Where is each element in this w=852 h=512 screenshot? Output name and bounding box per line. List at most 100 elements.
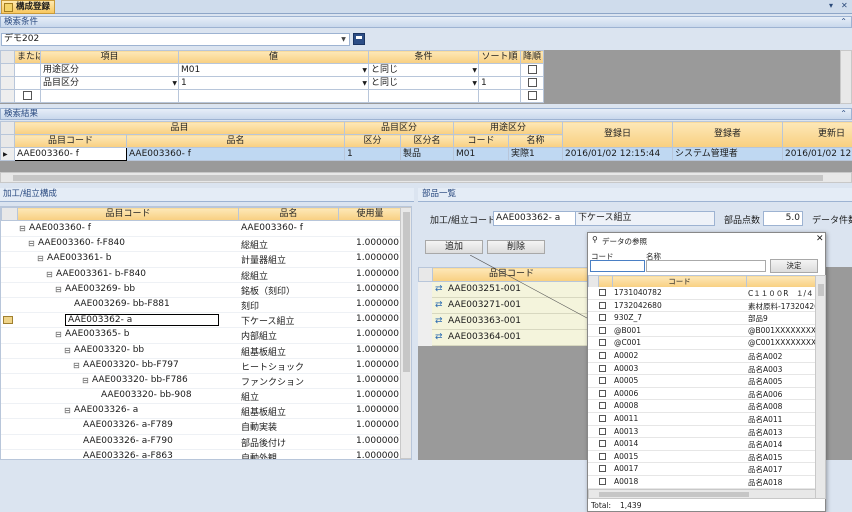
search-icon: ⚲ (592, 235, 598, 244)
item-link-icon: ⇄ (435, 284, 443, 294)
search-conditions-header[interactable]: 検索条件 ⌃ (0, 16, 852, 28)
tree-row[interactable]: ⊟ AAE003269- bb 銘板（刻印） 1.000000 (1, 283, 401, 298)
lookup-row[interactable]: A0011 品名A011 (588, 412, 820, 426)
lookup-row[interactable]: 1731040782 C１１００R １/４ (588, 287, 820, 300)
parts-row[interactable]: ⇄ AAE003364-001 (418, 330, 590, 346)
form-icon (4, 3, 13, 12)
delete-button[interactable]: 削除 (487, 240, 545, 254)
descending-checkbox[interactable] (527, 77, 537, 87)
tree-row[interactable]: ⊟ AAE003361- b-F840 総組立 1.000000 (1, 268, 401, 283)
lookup-row[interactable]: 1732042680素材原料-17320426... (588, 299, 820, 313)
tree-row[interactable]: ⊟ AAE003360- f-F840 総組立 1.000000 (1, 237, 401, 253)
select-checkbox[interactable] (599, 389, 606, 397)
select-checkbox[interactable] (599, 326, 606, 334)
lookup-row[interactable]: A0008 品名A008 (588, 400, 820, 413)
tree-row[interactable]: ⊟ AAE003361- b 計量器組立 1.000000 (1, 252, 401, 268)
tree-expander-icon[interactable]: ⊟ (19, 224, 26, 233)
select-checkbox[interactable] (599, 402, 606, 410)
collapse-icon[interactable]: ⌃ (840, 17, 847, 27)
lookup-row[interactable]: 930Z_7 部品9 (588, 312, 820, 325)
descending-checkbox[interactable] (527, 64, 537, 74)
lookup-row[interactable]: A0002 品名A002 (588, 349, 820, 363)
lookup-row[interactable]: A0015 品名A015 (588, 450, 820, 464)
vertical-scrollbar[interactable] (400, 207, 411, 459)
parts-count-field: 5.0 (763, 211, 803, 226)
lookup-row[interactable]: A0003 品名A003 (588, 362, 820, 376)
tree-row[interactable]: ⊟ AAE003320- bb-F786 ファンクション 1.000000 (1, 374, 401, 390)
save-icon[interactable] (353, 33, 365, 45)
assembly-code-field[interactable]: AAE003362- a (493, 211, 577, 226)
lookup-row[interactable]: A0013 品名A013 (588, 425, 820, 439)
horizontal-scrollbar[interactable] (588, 489, 816, 499)
tab-dropdown-icon[interactable]: ▾ (829, 1, 833, 10)
vertical-scrollbar[interactable] (840, 50, 852, 104)
select-checkbox[interactable] (599, 440, 606, 448)
tree-expander-icon[interactable]: ⊟ (37, 254, 44, 263)
horizontal-scrollbar[interactable] (0, 172, 852, 183)
chevron-down-icon: ▼ (472, 79, 477, 87)
lookup-row[interactable]: A0014 品名A014 (588, 438, 820, 451)
code-input[interactable] (590, 260, 645, 272)
lookup-row[interactable]: @C001 @C001XXXXXXXXX (588, 337, 820, 350)
select-checkbox[interactable] (599, 351, 606, 359)
parts-panel-header: 部品一覧 (418, 188, 852, 202)
tab-kosei-toroku[interactable]: 構成登録 (1, 0, 55, 14)
chevron-down-icon: ▼ (362, 66, 367, 74)
lookup-row[interactable]: A0018 品名A018 (588, 475, 820, 489)
select-checkbox[interactable] (599, 465, 606, 473)
lookup-row[interactable]: A0005 品名A005 (588, 375, 820, 388)
close-icon[interactable]: ✕ (841, 1, 848, 10)
select-checkbox[interactable] (599, 427, 606, 435)
descending-checkbox[interactable] (527, 90, 537, 100)
tree-row[interactable]: ⊟ AAE003360- f AAE003360- f (1, 222, 401, 238)
tree-row[interactable]: ⊟ AAE003320- bb-F797 ヒートショック 1.000000 (1, 359, 401, 374)
or-checkbox[interactable] (23, 90, 32, 100)
preset-select[interactable]: デモ202 ▼ (1, 33, 350, 46)
tree-row[interactable]: ⊟ AAE003320- bb 組基板組立 1.000000 (1, 344, 401, 359)
add-button[interactable]: 追加 (425, 240, 483, 254)
table-row[interactable]: ▶ AAE003360- f AAE003360- f 1 製品 M01 実際1 2016/0… (0, 147, 852, 161)
ok-button[interactable]: 決定 (770, 259, 818, 273)
tree-row[interactable]: AAE003362- a 下ケース組立 1.000000 (1, 313, 401, 329)
vertical-scrollbar[interactable] (815, 275, 826, 499)
select-checkbox[interactable] (599, 452, 606, 460)
tree-row[interactable]: ⊟ AAE003326- a 組基板組立 1.000000 (1, 404, 401, 420)
tree-row[interactable]: ⊟ AAE003365- b 内部組立 1.000000 (1, 328, 401, 344)
select-checkbox[interactable] (599, 477, 606, 485)
edit-row-icon (3, 316, 13, 325)
select-checkbox[interactable] (599, 364, 606, 372)
tree-row[interactable]: AAE003326- a-F790 部品後付け 1.000000 (1, 435, 401, 450)
tree-expander-icon[interactable]: ⊟ (55, 330, 62, 339)
select-checkbox[interactable] (599, 339, 606, 347)
chevron-down-icon: ▼ (172, 79, 177, 87)
tab-bar (0, 0, 852, 14)
collapse-icon[interactable]: ⌃ (840, 109, 847, 119)
item-link-icon: ⇄ (435, 332, 443, 342)
tree-expander-icon[interactable]: ⊟ (28, 239, 35, 248)
tree-grid: 品目コード 品名 使用量 ⊟ AAE003360- f AAE003360- f ⊟ AAE… (0, 206, 412, 460)
tree-expander-icon[interactable]: ⊟ (55, 285, 62, 294)
search-row: 用途区分 M01 ▼ と同じ ▼ (0, 63, 544, 77)
search-results-header[interactable]: 検索結果 ⌃ (0, 108, 852, 120)
tree-expander-icon[interactable]: ⊟ (64, 346, 71, 355)
tree-expander-icon[interactable]: ⊟ (46, 270, 53, 279)
item-link-icon: ⇄ (435, 300, 443, 310)
tree-row[interactable]: AAE003326- a-F789 自動実装 1.000000 (1, 419, 401, 435)
name-input[interactable] (646, 260, 766, 272)
close-icon[interactable]: ✕ (816, 234, 824, 244)
lookup-row[interactable]: A0006 品名A006 (588, 387, 820, 401)
lookup-row[interactable]: @B001 @B001XXXXXXXXX (588, 324, 820, 338)
select-checkbox[interactable] (599, 301, 606, 309)
item-link-icon: ⇄ (435, 316, 443, 326)
tree-expander-icon[interactable]: ⊟ (64, 406, 71, 415)
select-checkbox[interactable] (599, 289, 606, 296)
select-checkbox[interactable] (599, 414, 606, 422)
tree-row[interactable]: AAE003320- bb-908 組立 1.000000 (1, 389, 401, 405)
tree-expander-icon[interactable]: ⊟ (73, 361, 80, 370)
tree-expander-icon[interactable]: ⊟ (82, 376, 89, 385)
tree-row[interactable]: AAE003326- a-F863 自動外観 1.000000 (1, 450, 401, 459)
lookup-row[interactable]: A0017 品名A017 (588, 463, 820, 476)
select-checkbox[interactable] (599, 314, 606, 322)
select-checkbox[interactable] (599, 377, 606, 385)
tree-row[interactable]: AAE003269- bb-F881 刻印 1.000000 (1, 298, 401, 314)
